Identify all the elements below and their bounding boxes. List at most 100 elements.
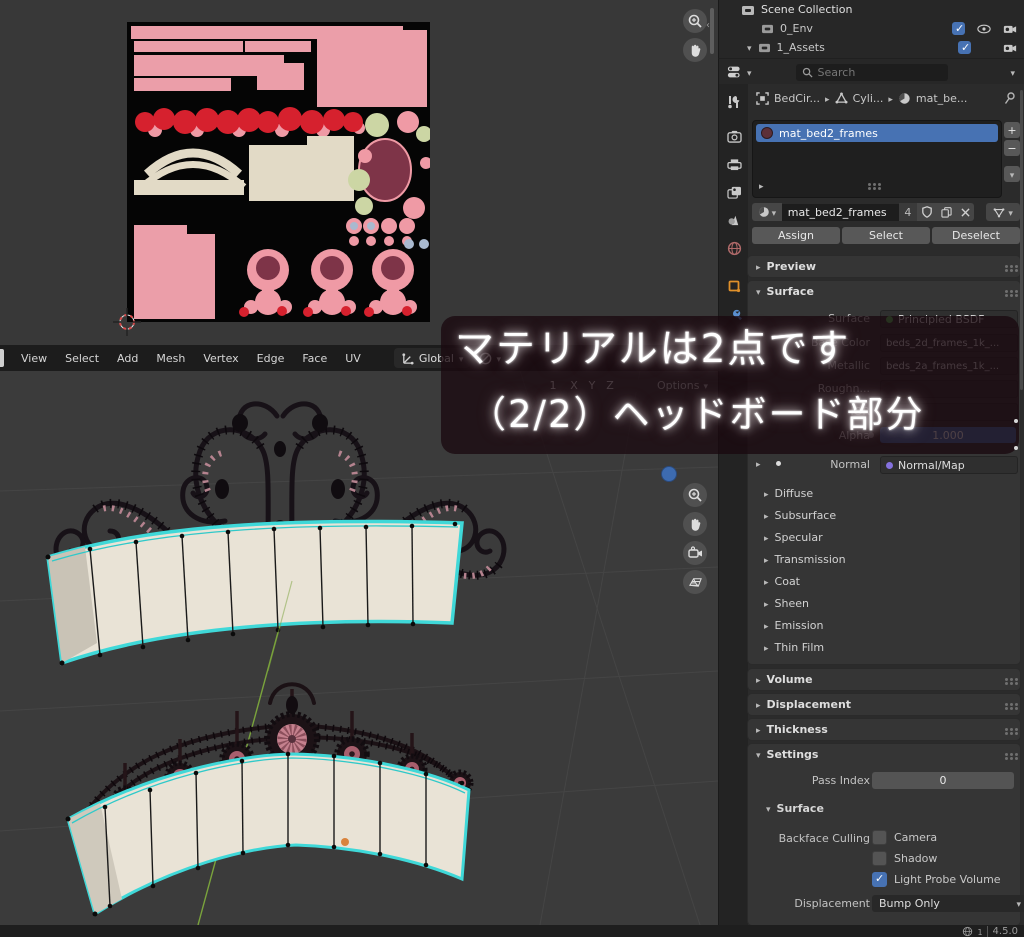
viewport-scene: [0, 371, 718, 925]
add-slot-button[interactable]: +: [1004, 122, 1020, 138]
deselect-button[interactable]: Deselect: [932, 227, 1020, 244]
material-icon: [758, 206, 770, 218]
collection-checkbox[interactable]: [952, 22, 965, 35]
pin-icon[interactable]: [1004, 92, 1016, 105]
collection-checkbox[interactable]: [958, 41, 971, 54]
panel-grip-icon[interactable]: [1005, 753, 1008, 756]
render-camera-icon[interactable]: [1003, 42, 1017, 53]
light-probe-checkbox[interactable]: [872, 872, 887, 887]
outliner-row-0-env[interactable]: 0_Env: [719, 19, 1024, 38]
properties-search[interactable]: Search: [796, 64, 948, 81]
material-slot-selected[interactable]: mat_bed2_frames: [756, 124, 998, 142]
3d-viewport[interactable]: 1 X Y Z Options: [0, 371, 718, 925]
menu-view[interactable]: View: [12, 352, 56, 365]
tab-world[interactable]: [719, 234, 749, 262]
node-tree-dropdown[interactable]: [986, 203, 1020, 221]
expand-icon[interactable]: [747, 41, 752, 54]
filter-dropdown-icon[interactable]: [1010, 66, 1015, 79]
menu-edge[interactable]: Edge: [248, 352, 294, 365]
slot-specials-button[interactable]: [1004, 166, 1020, 182]
menu-add[interactable]: Add: [108, 352, 147, 365]
shadow-checkbox[interactable]: [872, 851, 887, 866]
users-count-button[interactable]: 4: [899, 203, 917, 221]
version-label: 4.5.0: [987, 926, 1018, 937]
decorator-dot[interactable]: [1014, 446, 1018, 450]
subpanel-thin-film[interactable]: Thin Film: [748, 636, 1020, 658]
surface-panel-header[interactable]: Surface: [748, 281, 1020, 301]
panel-grip-icon[interactable]: [1005, 728, 1008, 731]
subpanel-coat[interactable]: Coat: [748, 570, 1020, 592]
panel-grip-icon[interactable]: [1005, 265, 1008, 268]
axis-gizmo-z-ball[interactable]: [661, 466, 677, 482]
unlink-datablock-button[interactable]: [956, 203, 974, 221]
panel-grip-icon[interactable]: [1005, 290, 1008, 293]
settings-surface-subheader[interactable]: Surface: [766, 802, 824, 815]
menu-face[interactable]: Face: [293, 352, 336, 365]
normal-map-widget[interactable]: Normal/Map: [880, 456, 1018, 474]
displacement-panel[interactable]: Displacement: [748, 694, 1020, 715]
tab-tool[interactable]: [719, 88, 749, 116]
duplicate-datablock-button[interactable]: [937, 203, 957, 221]
pass-index-field[interactable]: 0: [872, 772, 1014, 789]
subpanel-sheen[interactable]: Sheen: [748, 592, 1020, 614]
properties-header: Search: [718, 58, 1024, 85]
props-scrollbar[interactable]: [1020, 90, 1023, 390]
render-camera-icon[interactable]: [1003, 23, 1017, 34]
displacement-method-dropdown[interactable]: Bump Only: [872, 895, 1024, 912]
tab-scene[interactable]: [719, 206, 749, 234]
breadcrumb-material[interactable]: mat_be...: [916, 92, 968, 105]
panel-grip-icon[interactable]: [1005, 678, 1008, 681]
slot-list-grip-icon[interactable]: [868, 183, 871, 186]
uv-zoom-icon[interactable]: [683, 9, 707, 33]
tab-render[interactable]: [719, 122, 749, 150]
editor-type-icon[interactable]: [0, 349, 4, 367]
tab-output[interactable]: [719, 150, 749, 178]
menu-select[interactable]: Select: [56, 352, 108, 365]
volume-panel[interactable]: Volume: [748, 669, 1020, 690]
material-name-field[interactable]: mat_bed2_frames: [782, 204, 899, 221]
subpanel-subsurface[interactable]: Subsurface: [748, 504, 1020, 526]
subpanel-transmission[interactable]: Transmission: [748, 548, 1020, 570]
outliner-row-scene-collection[interactable]: Scene Collection: [719, 0, 1024, 19]
backface-light-probe-option[interactable]: Light Probe Volume: [872, 872, 1001, 887]
subpanel-diffuse[interactable]: Diffuse: [748, 482, 1020, 504]
fake-user-shield-button[interactable]: [917, 203, 937, 221]
menu-mesh[interactable]: Mesh: [147, 352, 194, 365]
material-slot-list: mat_bed2_frames: [752, 120, 1002, 198]
settings-panel-header[interactable]: Settings: [748, 744, 1020, 764]
outliner-row-1-assets[interactable]: 1_Assets: [719, 38, 1024, 57]
viewport-camera-icon[interactable]: [683, 541, 707, 565]
viewport-ortho-grid-icon[interactable]: [683, 570, 707, 594]
breadcrumb-object[interactable]: BedCir...: [774, 92, 820, 105]
properties-editor-icon[interactable]: [727, 65, 745, 79]
viewport-pan-icon[interactable]: [683, 512, 707, 536]
slot-list-expand-icon[interactable]: [759, 179, 764, 192]
camera-checkbox[interactable]: [872, 830, 887, 845]
material-browse-button[interactable]: [752, 203, 782, 221]
menu-vertex[interactable]: Vertex: [194, 352, 247, 365]
uv-scrollbar[interactable]: [710, 8, 714, 54]
backface-shadow-option[interactable]: Shadow: [872, 851, 937, 866]
subpanel-emission[interactable]: Emission: [748, 614, 1020, 636]
select-button[interactable]: Select: [842, 227, 930, 244]
remove-slot-button[interactable]: −: [1004, 140, 1020, 156]
hide-eye-icon[interactable]: [977, 24, 991, 34]
tab-object[interactable]: [719, 272, 749, 300]
backface-camera-option[interactable]: Camera: [872, 830, 937, 845]
thickness-panel[interactable]: Thickness: [748, 719, 1020, 740]
decorator-dot[interactable]: [1014, 419, 1018, 423]
subpanel-specular[interactable]: Specular: [748, 526, 1020, 548]
viewport-zoom-icon[interactable]: [683, 483, 707, 507]
menu-uv[interactable]: UV: [336, 352, 370, 365]
panel-grip-icon[interactable]: [1005, 703, 1008, 706]
chevron-down-icon[interactable]: [747, 66, 752, 79]
uv-editor-viewport[interactable]: ‹: [0, 0, 718, 345]
breadcrumb-mesh[interactable]: Cyli...: [853, 92, 884, 105]
row-label-normal: Normal: [752, 458, 870, 471]
assign-button[interactable]: Assign: [752, 227, 840, 244]
material-datablock-row: mat_bed2_frames 4: [752, 203, 1020, 221]
tab-view-layer[interactable]: [719, 178, 749, 206]
preview-panel[interactable]: Preview: [748, 256, 1020, 277]
uv-pan-icon[interactable]: [683, 38, 707, 62]
chevron-down-icon: [1016, 897, 1021, 910]
